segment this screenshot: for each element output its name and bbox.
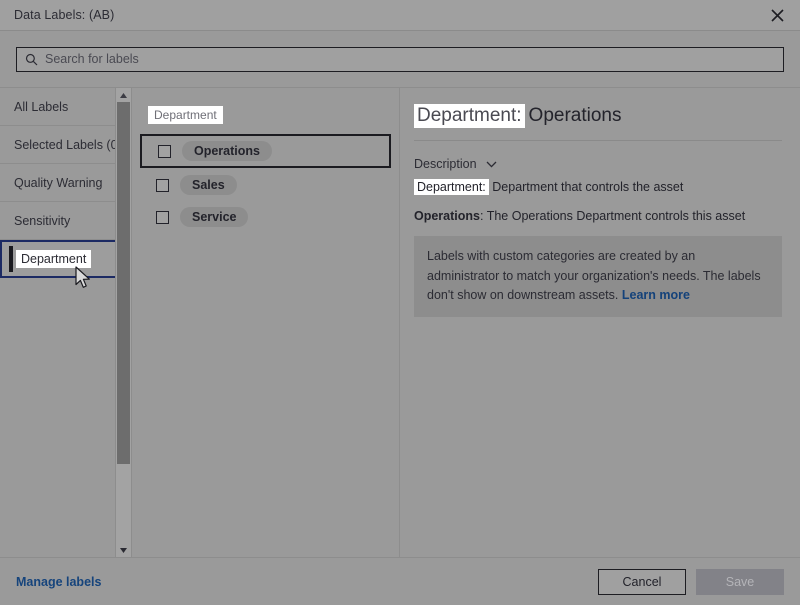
category-term: Department: bbox=[414, 179, 489, 195]
sidebar-item-selected-labels[interactable]: Selected Labels (0) bbox=[0, 126, 131, 164]
dialog-footer: Manage labels Cancel Save bbox=[0, 558, 800, 605]
close-icon[interactable] bbox=[760, 1, 794, 29]
labels-list: Department Operations Sales Service bbox=[132, 88, 400, 557]
description-label: Description bbox=[414, 157, 477, 171]
sidebar-item-sensitivity[interactable]: Sensitivity bbox=[0, 202, 131, 240]
save-button: Save bbox=[696, 569, 784, 595]
sidebar-item-label: Quality Warning bbox=[14, 176, 102, 190]
sidebar-item-label: Department bbox=[16, 250, 91, 268]
list-item[interactable]: Sales bbox=[140, 170, 391, 200]
sidebar-item-label: Selected Labels (0) bbox=[14, 138, 122, 152]
data-labels-dialog: Data Labels: (AB) All Labels bbox=[0, 0, 800, 605]
value-description-line: Operations: The Operations Department co… bbox=[414, 207, 782, 225]
label-pill: Service bbox=[180, 207, 248, 227]
search-box[interactable] bbox=[16, 47, 784, 72]
sidebar-item-label: All Labels bbox=[14, 100, 68, 114]
checkbox-operations[interactable] bbox=[158, 145, 171, 158]
scrollbar-track[interactable] bbox=[116, 102, 131, 543]
manage-labels-link[interactable]: Manage labels bbox=[16, 575, 101, 589]
search-icon bbox=[25, 53, 38, 66]
label-detail-pane: Department: Operations Description Depar… bbox=[400, 88, 800, 557]
label-pill: Sales bbox=[180, 175, 237, 195]
checkbox-service[interactable] bbox=[156, 211, 169, 224]
list-item[interactable]: Service bbox=[140, 202, 391, 232]
value-term: Operations bbox=[414, 209, 480, 223]
category-description-line: Department: Department that controls the… bbox=[414, 178, 782, 196]
sidebar-item-quality-warning[interactable]: Quality Warning bbox=[0, 164, 131, 202]
selection-indicator bbox=[9, 246, 13, 272]
cancel-button[interactable]: Cancel bbox=[598, 569, 686, 595]
sidebar-item-all-labels[interactable]: All Labels bbox=[0, 88, 131, 126]
info-box: Labels with custom categories are create… bbox=[414, 236, 782, 317]
scroll-up-arrow-icon[interactable] bbox=[116, 88, 131, 102]
checkbox-sales[interactable] bbox=[156, 179, 169, 192]
search-row bbox=[0, 31, 800, 87]
labels-group-header: Department bbox=[148, 106, 223, 124]
scroll-down-arrow-icon[interactable] bbox=[116, 543, 131, 557]
list-item[interactable]: Operations bbox=[140, 134, 391, 168]
chevron-down-icon[interactable] bbox=[486, 161, 497, 168]
dialog-titlebar: Data Labels: (AB) bbox=[0, 0, 800, 31]
category-description: Department that controls the asset bbox=[492, 180, 683, 194]
learn-more-link[interactable]: Learn more bbox=[622, 288, 690, 302]
dialog-title: Data Labels: (AB) bbox=[14, 8, 760, 22]
detail-divider bbox=[414, 140, 782, 141]
sidebar-item-label: Sensitivity bbox=[14, 214, 70, 228]
label-pill: Operations bbox=[182, 141, 272, 161]
info-text: Labels with custom categories are create… bbox=[427, 249, 761, 302]
search-input[interactable] bbox=[45, 52, 775, 66]
detail-title-category: Department: bbox=[414, 104, 525, 128]
description-section-header[interactable]: Description bbox=[414, 157, 782, 171]
category-scrollbar[interactable] bbox=[115, 88, 131, 557]
sidebar-item-department[interactable]: Department bbox=[0, 240, 131, 278]
page-title: Department: Operations bbox=[414, 104, 782, 128]
category-list: All Labels Selected Labels (0) Quality W… bbox=[0, 88, 132, 557]
detail-title-value: Operations bbox=[529, 105, 622, 127]
dialog-body: All Labels Selected Labels (0) Quality W… bbox=[0, 87, 800, 558]
value-description: : The Operations Department controls thi… bbox=[480, 209, 745, 223]
scrollbar-thumb[interactable] bbox=[117, 102, 130, 464]
